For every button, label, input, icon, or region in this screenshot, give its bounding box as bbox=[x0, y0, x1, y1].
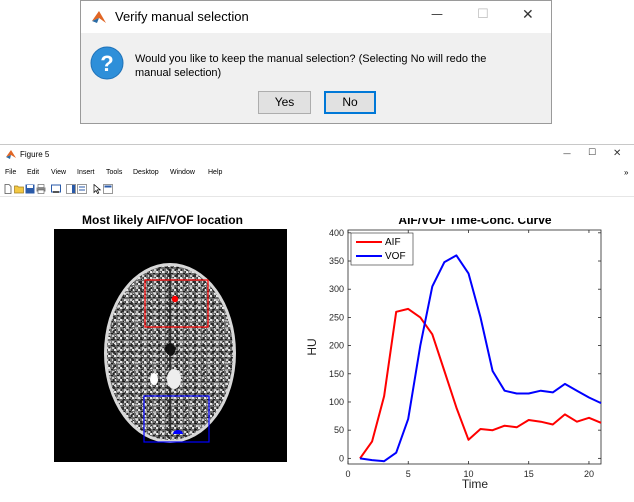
menu-view[interactable]: View bbox=[51, 169, 66, 176]
svg-text:?: ? bbox=[100, 51, 113, 76]
image-axes bbox=[54, 229, 287, 462]
no-button[interactable]: No bbox=[324, 91, 376, 114]
figure-title: Figure 5 bbox=[20, 150, 50, 159]
menu-overflow-icon[interactable]: » bbox=[624, 168, 628, 177]
menu-window[interactable]: Window bbox=[170, 169, 195, 176]
y-tick-label: 0 bbox=[339, 453, 344, 463]
y-tick-label: 50 bbox=[334, 425, 344, 435]
chart-title: AIF/VOF Time-Conc. Curve bbox=[398, 218, 551, 227]
close-icon[interactable]: ✕ bbox=[522, 7, 534, 23]
minimize-icon[interactable]: — bbox=[431, 7, 443, 21]
x-tick-label: 0 bbox=[345, 469, 350, 479]
aif-marker bbox=[171, 295, 179, 303]
y-tick-label: 200 bbox=[329, 341, 344, 351]
dialog-title: Verify manual selection bbox=[115, 9, 249, 24]
x-tick-label: 5 bbox=[406, 469, 411, 479]
question-icon: ? bbox=[90, 46, 124, 80]
close-icon[interactable]: ✕ bbox=[613, 148, 621, 159]
menu-desktop[interactable]: Desktop bbox=[133, 169, 159, 176]
property-editor-icon[interactable] bbox=[103, 184, 113, 194]
brain-ct-image bbox=[104, 263, 236, 443]
menu-help[interactable]: Help bbox=[208, 169, 222, 176]
image-axes-title: Most likely AIF/VOF location bbox=[82, 213, 243, 227]
save-icon[interactable] bbox=[25, 184, 35, 194]
dialog-titlebar[interactable]: Verify manual selection — ☐ ✕ bbox=[81, 1, 551, 33]
matlab-icon bbox=[92, 11, 106, 23]
verify-dialog: Verify manual selection — ☐ ✕ ? Would yo… bbox=[80, 0, 552, 124]
matlab-icon bbox=[6, 150, 16, 159]
y-tick-label: 150 bbox=[329, 369, 344, 379]
colorbar-icon[interactable] bbox=[66, 184, 76, 194]
x-axis-label: Time bbox=[462, 477, 489, 491]
y-tick-label: 250 bbox=[329, 312, 344, 322]
dialog-message: Would you like to keep the manual select… bbox=[135, 53, 487, 79]
y-axis-label: HU bbox=[305, 338, 319, 355]
new-figure-icon[interactable] bbox=[3, 184, 13, 194]
link-plot-icon[interactable] bbox=[51, 184, 61, 194]
pointer-icon[interactable] bbox=[92, 184, 102, 194]
menu-tools[interactable]: Tools bbox=[106, 169, 122, 176]
x-tick-label: 15 bbox=[524, 469, 534, 479]
legend-aif-label: AIF bbox=[385, 237, 401, 248]
figure-titlebar[interactable]: Figure 5 — ☐ ✕ bbox=[0, 145, 634, 165]
y-tick-label: 400 bbox=[329, 228, 344, 238]
y-tick-label: 300 bbox=[329, 284, 344, 294]
legend: AIF VOF bbox=[350, 232, 414, 266]
legend-vof-label: VOF bbox=[385, 251, 406, 262]
maximize-icon[interactable]: ☐ bbox=[477, 7, 489, 22]
yes-button[interactable]: Yes bbox=[258, 91, 311, 114]
y-tick-label: 350 bbox=[329, 256, 344, 266]
aif-vof-chart: AIF/VOF Time-Conc. Curve 050100150200250… bbox=[305, 218, 602, 491]
y-tick-label: 100 bbox=[329, 397, 344, 407]
menu-insert[interactable]: Insert bbox=[77, 169, 95, 176]
maximize-icon[interactable]: ☐ bbox=[588, 148, 596, 158]
menu-file[interactable]: File bbox=[5, 169, 16, 176]
open-file-icon[interactable] bbox=[14, 184, 24, 194]
print-icon[interactable] bbox=[36, 184, 46, 194]
menu-edit[interactable]: Edit bbox=[27, 169, 39, 176]
minimize-icon[interactable]: — bbox=[563, 149, 571, 158]
legend-icon[interactable] bbox=[77, 184, 87, 194]
x-tick-label: 20 bbox=[584, 469, 594, 479]
figure-toolbar bbox=[0, 181, 634, 197]
